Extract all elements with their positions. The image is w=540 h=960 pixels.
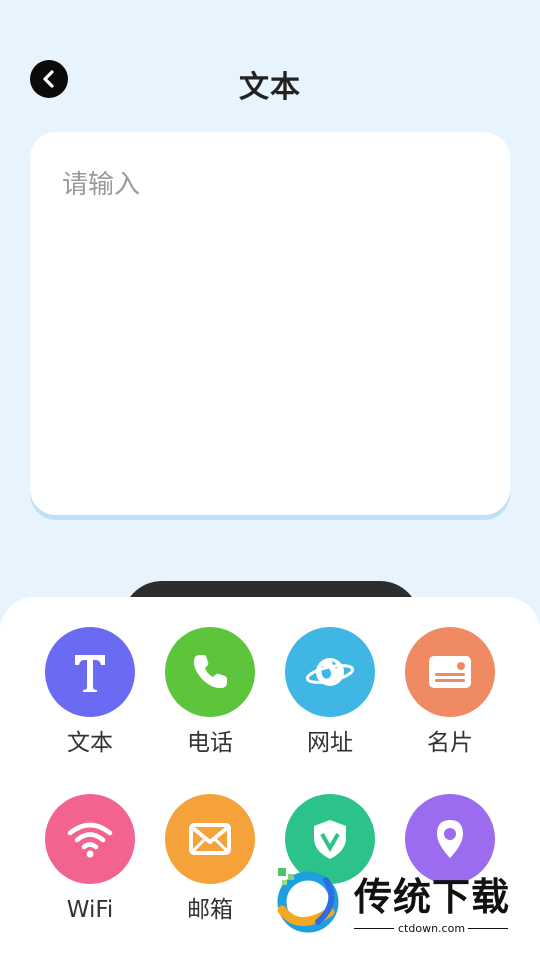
- wifi-icon: [45, 794, 135, 884]
- type-item-email[interactable]: 邮箱: [150, 794, 270, 924]
- type-item-url[interactable]: 网址: [270, 627, 390, 757]
- watermark-line-right: [468, 928, 508, 929]
- type-label: 网址: [307, 730, 353, 756]
- text-t-icon: [45, 627, 135, 717]
- type-label: 邮箱: [187, 897, 233, 923]
- type-item-phone[interactable]: 电话: [150, 627, 270, 757]
- mail-icon: [165, 794, 255, 884]
- business-card-icon: [405, 627, 495, 717]
- type-item-wifi[interactable]: WiFi: [30, 794, 150, 924]
- type-label: 文本: [67, 730, 113, 756]
- type-label: 名片: [427, 730, 473, 756]
- watermark-logo-icon: [277, 868, 339, 933]
- phone-icon: [165, 627, 255, 717]
- watermark-line-left: [354, 928, 394, 929]
- watermark-domain: ctdown.com: [398, 922, 466, 935]
- globe-icon: [285, 627, 375, 717]
- watermark: 传统下载 ctdown.com: [268, 862, 518, 942]
- page-title: 文本: [239, 70, 301, 105]
- type-item-business-card[interactable]: 名片: [390, 627, 510, 757]
- text-input[interactable]: [60, 162, 484, 486]
- watermark-brand: 传统下载: [354, 875, 511, 919]
- type-label: 电话: [187, 730, 233, 756]
- type-item-text[interactable]: 文本: [30, 627, 150, 757]
- text-input-card: [30, 132, 510, 515]
- type-label: WiFi: [66, 897, 114, 923]
